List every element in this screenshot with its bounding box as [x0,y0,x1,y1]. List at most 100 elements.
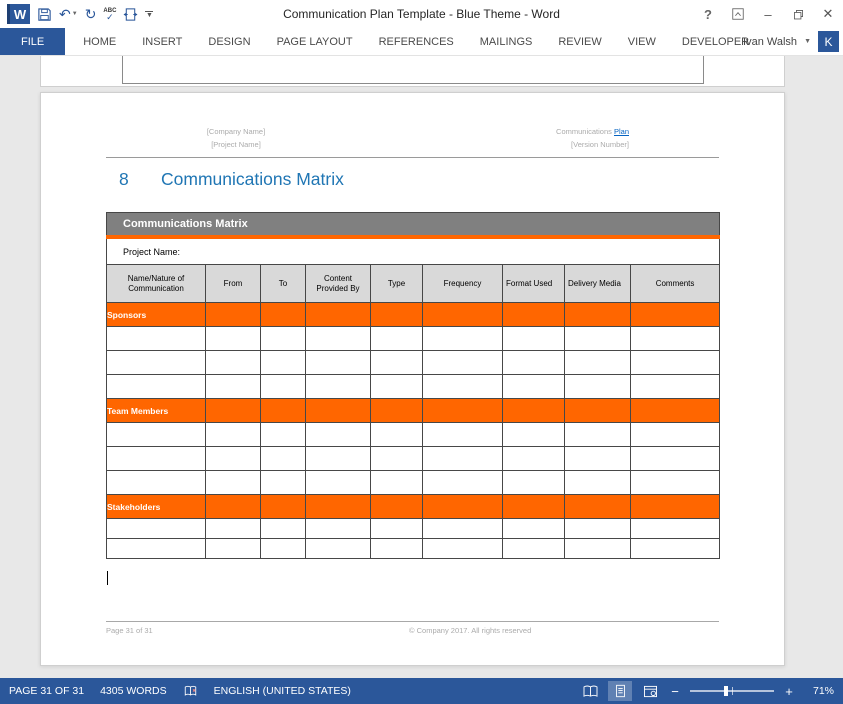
document-canvas[interactable]: [Company Name] [Project Name] Communicat… [0,56,843,678]
save-icon[interactable] [37,7,52,22]
section-heading[interactable]: 8 Communications Matrix [119,169,344,190]
section-cell[interactable] [565,303,631,327]
user-account[interactable]: Ivan Walsh ▼ K [743,28,839,55]
ribbon-tab-file[interactable]: FILE [0,28,65,55]
undo-dropdown-icon[interactable]: ▼ [72,7,78,21]
table-cell[interactable] [206,351,261,375]
word-logo-icon[interactable]: W [7,4,30,24]
table-cell[interactable] [261,375,306,399]
table-cell[interactable] [503,423,565,447]
table-cell[interactable] [206,471,261,495]
table-cell[interactable] [631,471,720,495]
customize-quick-access-icon[interactable]: ▼ [145,11,153,18]
ribbon-tab-page-layout[interactable]: PAGE LAYOUT [264,28,366,55]
table-cell[interactable] [423,519,503,539]
section-cell[interactable] [306,495,371,519]
table-cell[interactable] [631,375,720,399]
section-cell[interactable] [371,399,423,423]
table-cell[interactable] [306,519,371,539]
table-cell[interactable] [306,423,371,447]
table-cell[interactable] [371,351,423,375]
table-cell[interactable] [107,351,206,375]
section-cell[interactable] [631,495,720,519]
table-cell[interactable] [107,423,206,447]
ribbon-tab-view[interactable]: VIEW [615,28,669,55]
help-icon[interactable]: ? [693,0,723,28]
table-cell[interactable] [503,447,565,471]
section-label[interactable]: Team Members [107,399,206,423]
table-cell[interactable] [206,447,261,471]
spelling-icon[interactable]: ABC ✓ [103,8,116,20]
undo-icon[interactable]: ↶▼ [59,7,78,21]
section-cell[interactable] [423,399,503,423]
table-cell[interactable] [503,351,565,375]
restore-icon[interactable] [783,0,813,28]
table-cell[interactable] [206,519,261,539]
table-cell[interactable] [371,327,423,351]
zoom-in-button[interactable]: + [782,684,796,699]
section-cell[interactable] [565,399,631,423]
section-cell[interactable] [261,303,306,327]
ribbon-tab-insert[interactable]: INSERT [129,28,195,55]
section-cell[interactable] [371,303,423,327]
zoom-slider-thumb[interactable] [724,686,728,696]
table-cell[interactable] [261,519,306,539]
zoom-slider[interactable] [690,690,774,692]
zoom-level[interactable]: 71% [802,685,834,697]
table-cell[interactable] [261,351,306,375]
table-cell[interactable] [631,519,720,539]
table-cell[interactable] [107,471,206,495]
zoom-out-button[interactable]: − [668,684,682,699]
ribbon-tab-mailings[interactable]: MAILINGS [467,28,546,55]
proofing-errors-icon[interactable] [183,684,198,698]
table-cell[interactable] [631,539,720,559]
table-cell[interactable] [503,471,565,495]
page-header-right[interactable]: Communications Plan [Version Number] [451,125,629,151]
table-cell[interactable] [631,423,720,447]
table-cell[interactable] [565,519,631,539]
table-band-title[interactable]: Communications Matrix [107,213,720,238]
table-cell[interactable] [107,519,206,539]
table-cell[interactable] [371,423,423,447]
table-cell[interactable] [631,327,720,351]
table-cell[interactable] [261,471,306,495]
table-cell[interactable] [261,447,306,471]
table-cell[interactable] [565,375,631,399]
web-layout-icon[interactable] [638,681,662,701]
table-cell[interactable] [503,375,565,399]
table-cell[interactable] [306,539,371,559]
section-cell[interactable] [206,399,261,423]
header-doc-title-link[interactable]: Plan [614,127,629,136]
print-layout-icon[interactable] [608,681,632,701]
table-cell[interactable] [565,447,631,471]
section-cell[interactable] [261,399,306,423]
close-icon[interactable]: ✕ [813,0,843,28]
page-indicator[interactable]: PAGE 31 OF 31 [9,685,84,697]
language-indicator[interactable]: ENGLISH (UNITED STATES) [214,685,351,697]
table-cell[interactable] [423,539,503,559]
table-cell[interactable] [423,447,503,471]
table-cell[interactable] [306,327,371,351]
table-cell[interactable] [206,327,261,351]
section-cell[interactable] [503,399,565,423]
page-header-left[interactable]: [Company Name] [Project Name] [171,125,301,151]
table-cell[interactable] [503,327,565,351]
table-cell[interactable] [107,327,206,351]
table-cell[interactable] [503,539,565,559]
ribbon-tab-home[interactable]: HOME [70,28,129,55]
document-page[interactable]: [Company Name] [Project Name] Communicat… [40,92,785,666]
ribbon-tab-design[interactable]: DESIGN [195,28,263,55]
ribbon-tab-review[interactable]: REVIEW [545,28,614,55]
table-cell[interactable] [423,351,503,375]
table-cell[interactable] [371,539,423,559]
redo-icon[interactable]: ↻ [85,7,97,21]
section-cell[interactable] [261,495,306,519]
section-label[interactable]: Stakeholders [107,495,206,519]
table-cell[interactable] [306,351,371,375]
table-cell[interactable] [565,423,631,447]
table-cell[interactable] [565,539,631,559]
table-cell[interactable] [423,471,503,495]
section-label[interactable]: Sponsors [107,303,206,327]
table-cell[interactable] [423,327,503,351]
table-cell[interactable] [261,423,306,447]
